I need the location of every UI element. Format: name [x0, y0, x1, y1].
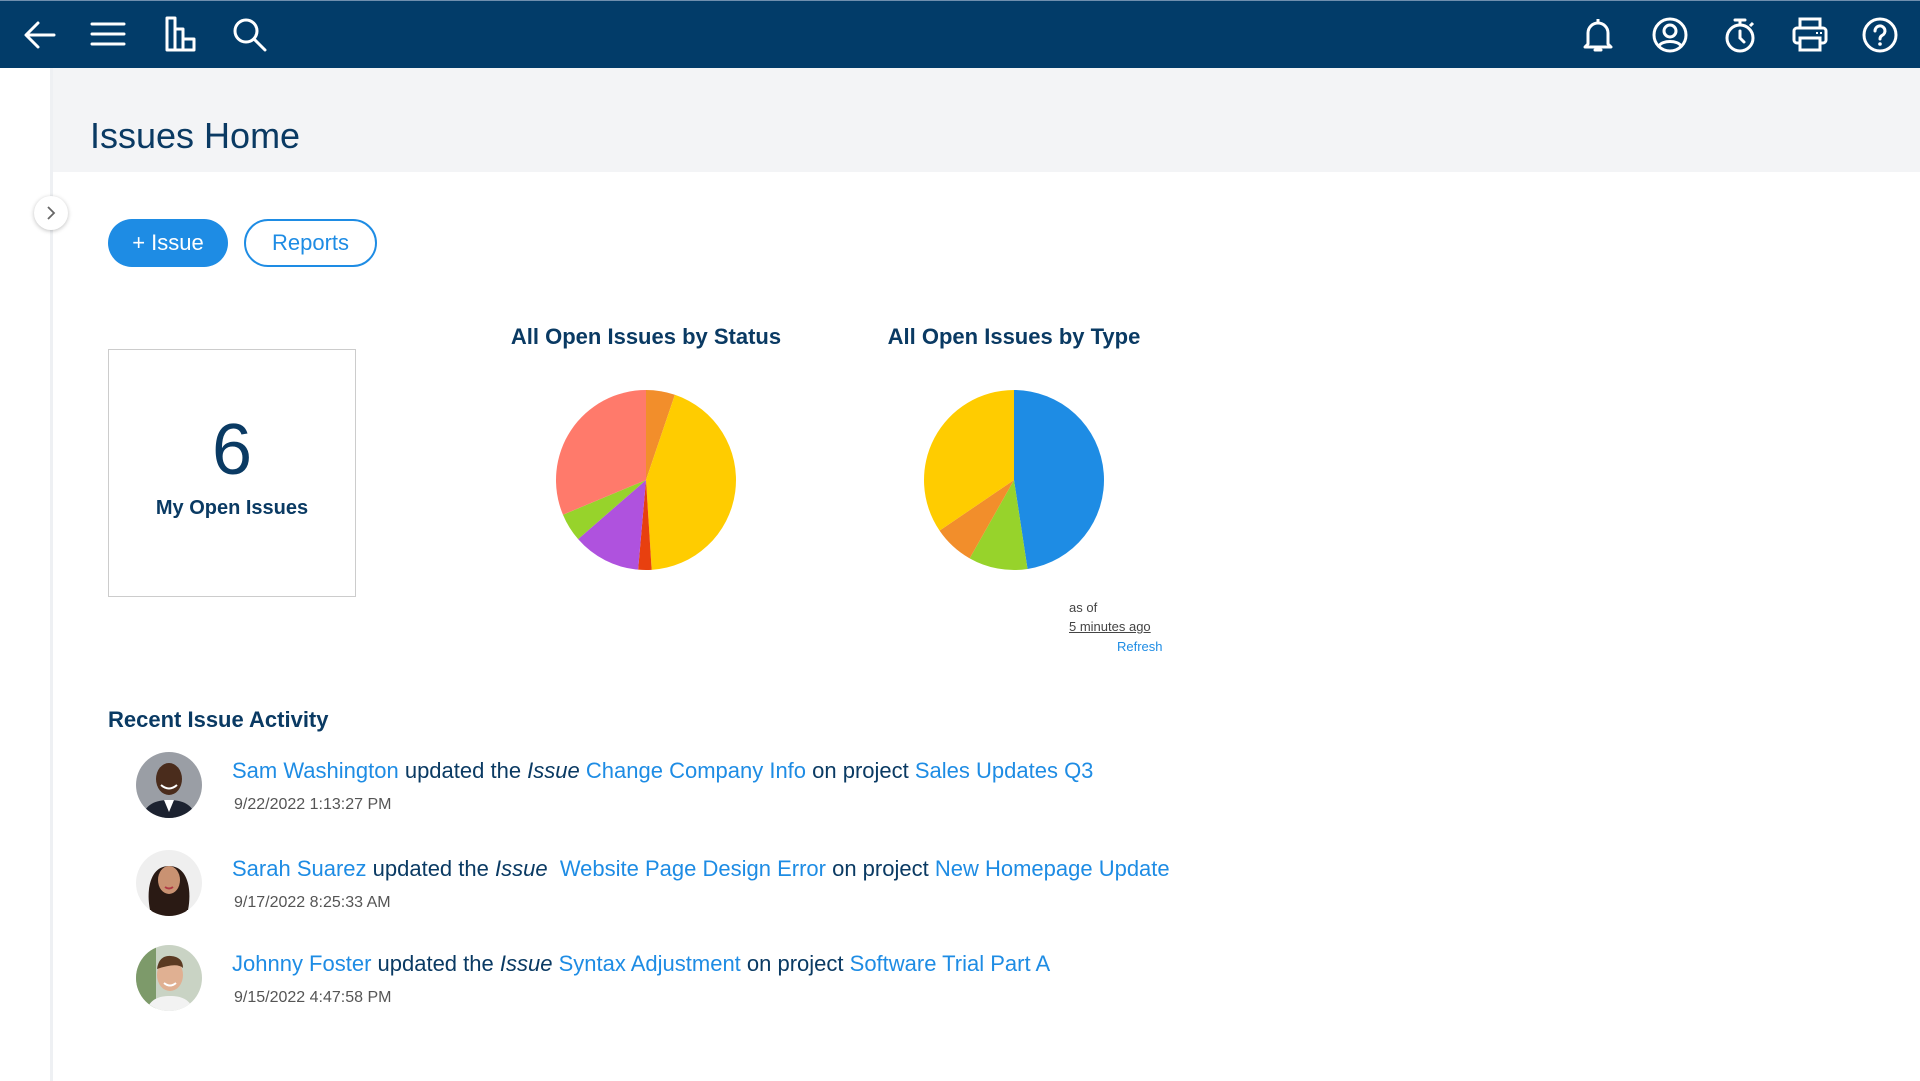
menu-icon[interactable]	[87, 13, 131, 57]
avatar-sam-washington[interactable]	[136, 752, 202, 818]
avatar-johnny-foster[interactable]	[136, 945, 202, 1011]
activity-text: Sam Washington updated the Issue Change …	[232, 758, 1094, 783]
activity-timestamp: 9/17/2022 8:25:33 AM	[234, 894, 391, 911]
status-chart-title: All Open Issues by Status	[510, 324, 782, 349]
issue-link[interactable]: Website Page Design Error	[560, 856, 826, 881]
type-pie-chart[interactable]	[914, 380, 1114, 580]
timer-icon[interactable]	[1718, 13, 1762, 57]
activity-item: Johnny Foster updated the Issue Syntax A…	[136, 945, 1336, 1035]
search-icon[interactable]	[228, 13, 272, 57]
issue-link[interactable]: Syntax Adjustment	[559, 951, 741, 976]
print-icon[interactable]	[1788, 13, 1832, 57]
activity-text: Johnny Foster updated the Issue Syntax A…	[232, 951, 1051, 976]
user-link[interactable]: Sarah Suarez	[232, 856, 367, 881]
chevron-right-icon	[47, 206, 56, 220]
last-updated-time[interactable]: 5 minutes ago	[1069, 617, 1151, 637]
page-header-band	[53, 68, 1920, 172]
activity-timestamp: 9/22/2022 1:13:27 PM	[234, 796, 392, 813]
user-link[interactable]: Johnny Foster	[232, 951, 371, 976]
help-icon[interactable]	[1858, 13, 1902, 57]
recent-activity-title: Recent Issue Activity	[108, 707, 329, 732]
project-link[interactable]: Sales Updates Q3	[915, 758, 1094, 783]
activity-item: Sam Washington updated the Issue Change …	[136, 752, 1336, 842]
as-of-label: as of	[1069, 600, 1098, 615]
type-chart-title: All Open Issues by Type	[887, 324, 1141, 349]
top-navigation-bar	[0, 0, 1920, 68]
refresh-link[interactable]: Refresh	[1117, 637, 1163, 657]
back-arrow-icon[interactable]	[18, 13, 62, 57]
open-issues-count: 6	[211, 410, 253, 490]
reports-button[interactable]: Reports	[244, 219, 377, 267]
issue-link[interactable]: Change Company Info	[586, 758, 806, 783]
user-account-icon[interactable]	[1648, 13, 1692, 57]
pie-slice-0[interactable]	[1014, 390, 1104, 569]
open-issues-label: My Open Issues	[155, 497, 309, 519]
activity-timestamp: 9/15/2022 4:47:58 PM	[234, 989, 392, 1006]
page-title: Issues Home	[90, 115, 301, 156]
activity-text: Sarah Suarez updated the Issue Website P…	[232, 856, 1170, 881]
project-link[interactable]: New Homepage Update	[935, 856, 1170, 881]
add-issue-button[interactable]: + Issue	[108, 219, 228, 267]
avatar-sarah-suarez[interactable]	[136, 850, 202, 916]
sidebar-expand-button[interactable]	[34, 196, 68, 230]
bell-icon[interactable]	[1576, 13, 1620, 57]
reports-chart-icon[interactable]	[161, 13, 205, 57]
project-link[interactable]: Software Trial Part A	[850, 951, 1051, 976]
user-link[interactable]: Sam Washington	[232, 758, 399, 783]
activity-item: Sarah Suarez updated the Issue Website P…	[136, 850, 1336, 940]
status-pie-chart[interactable]	[546, 380, 746, 580]
